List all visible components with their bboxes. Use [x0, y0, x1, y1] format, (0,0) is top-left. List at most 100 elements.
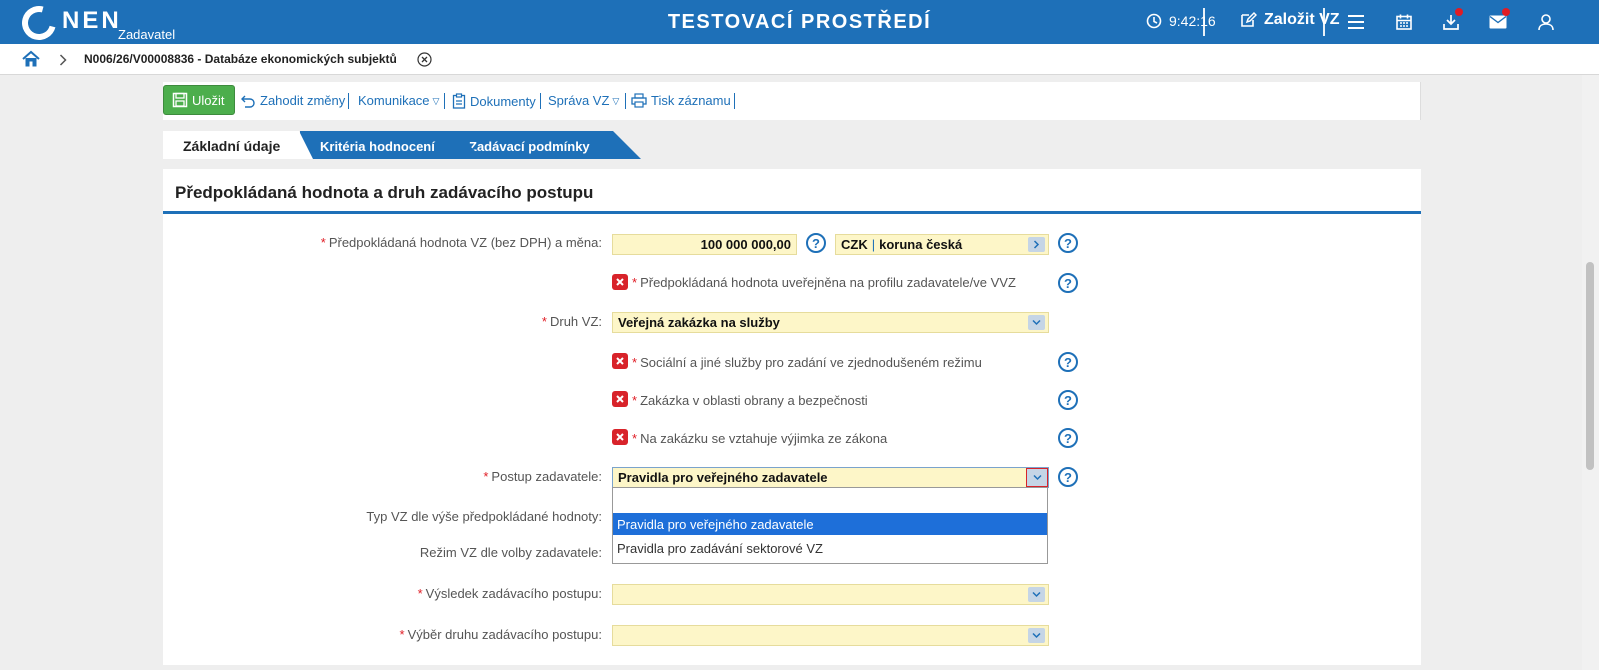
chevron-down-icon[interactable]: [1028, 628, 1045, 643]
calendar-icon[interactable]: [1393, 11, 1415, 33]
dropdown-option-sector[interactable]: Pravidla pro zadávání sektorové VZ: [613, 537, 1047, 559]
communication-menu[interactable]: Komunikace ▽: [358, 93, 439, 108]
communication-label: Komunikace: [358, 93, 430, 108]
typ-vz-label: Typ VZ dle výše předpokládané hodnoty:: [366, 509, 602, 524]
documents-label: Dokumenty: [470, 93, 536, 109]
header-divider: [1203, 8, 1205, 36]
section-divider: [163, 211, 1421, 214]
postup-select[interactable]: Pravidla pro veřejného zadavatele: [612, 467, 1049, 488]
help-icon[interactable]: ?: [806, 233, 826, 253]
defense-checkbox[interactable]: [612, 391, 628, 407]
vyber-label-text: Výběr druhu zadávacího postupu:: [407, 627, 602, 642]
user-icon[interactable]: [1535, 11, 1557, 33]
documents-button[interactable]: Dokumenty: [452, 93, 536, 109]
currency-code: CZK: [841, 237, 868, 252]
help-icon[interactable]: ?: [1058, 352, 1078, 372]
required-marker: *: [632, 355, 638, 370]
postup-label: * Postup zadavatele:: [483, 469, 602, 484]
help-icon[interactable]: ?: [1058, 467, 1078, 487]
mail-alert-dot: [1502, 8, 1510, 16]
download-alert-dot: [1455, 8, 1463, 16]
header-divider: [1323, 8, 1325, 36]
help-icon[interactable]: ?: [1058, 273, 1078, 293]
chevron-right-icon: [59, 53, 67, 71]
manage-vz-label: Správa VZ: [548, 93, 610, 108]
manage-vz-menu[interactable]: Správa VZ ▽: [548, 93, 619, 108]
discard-changes-label: Zahodit změny: [260, 93, 346, 108]
chevron-down-icon[interactable]: [1026, 468, 1048, 487]
toolbar-divider: [734, 93, 735, 109]
tab-basic-info[interactable]: Základní údaje: [163, 131, 313, 159]
required-marker: *: [399, 627, 405, 642]
exception-label: * Na zakázku se vztahuje výjimka ze zákon…: [632, 431, 887, 446]
published-checkbox[interactable]: [612, 274, 628, 290]
breadcrumb-current[interactable]: N006/26/V00008836 - Databáze ekonomickýc…: [84, 52, 397, 66]
section-title: Předpokládaná hodnota a druh zadávacího …: [175, 183, 594, 202]
druh-vz-label-text: Druh VZ:: [549, 314, 602, 329]
save-label: Uložit: [192, 92, 225, 108]
vyber-select[interactable]: [612, 625, 1049, 646]
action-toolbar: Uložit Zahodit změny Komunikace ▽ Dokume…: [163, 82, 1421, 120]
published-checkbox-label: * Předpokládaná hodnota uveřejněna na pro…: [632, 275, 1016, 290]
help-icon[interactable]: ?: [1058, 428, 1078, 448]
social-services-label: * Sociální a jiné služby pro zadání ve zj…: [632, 355, 982, 370]
print-record-button[interactable]: Tisk záznamu: [631, 93, 731, 108]
dropdown-option-empty[interactable]: [613, 488, 1047, 510]
social-services-checkbox[interactable]: [612, 353, 628, 369]
toolbar-divider: [444, 93, 445, 109]
required-marker: *: [632, 393, 638, 408]
currency-name: koruna česká: [879, 237, 963, 252]
logo-ring-icon: [15, 0, 63, 47]
defense-label: * Zakázka v oblasti obrany a bezpečnosti: [632, 393, 868, 408]
vysledek-label: * Výsledek zadávacího postupu:: [418, 586, 602, 601]
close-circle-icon[interactable]: [417, 52, 432, 72]
toolbar-divider: [348, 93, 349, 109]
chevron-down-icon[interactable]: [1028, 315, 1045, 330]
print-record-label: Tisk záznamu: [651, 93, 731, 108]
published-checkbox-text: Předpokládaná hodnota uveřejněna na prof…: [640, 275, 1016, 290]
chevron-down-icon[interactable]: [1028, 587, 1045, 602]
exception-checkbox[interactable]: [612, 429, 628, 445]
estimated-value-label-text: Předpokládaná hodnota VZ (bez DPH) a měn…: [328, 235, 602, 250]
druh-vz-value: Veřejná zakázka na služby: [618, 315, 780, 330]
edit-icon: [1241, 11, 1257, 27]
top-header: NEN Zadavatel TESTOVACÍ PROSTŘEDÍ 9:42:1…: [0, 0, 1599, 47]
new-vz-label: Založit VZ: [1264, 11, 1340, 28]
required-marker: *: [632, 275, 638, 290]
postup-dropdown-list: Pravidla pro veřejného zadavatele Pravid…: [612, 487, 1048, 564]
currency-separator: |: [871, 237, 876, 252]
required-marker: *: [417, 586, 423, 601]
caret-down-icon: ▽: [612, 95, 620, 106]
scrollbar-thumb[interactable]: [1586, 262, 1594, 470]
help-icon[interactable]: ?: [1058, 390, 1078, 410]
download-icon[interactable]: [1440, 8, 1463, 33]
rezim-vz-label: Režim VZ dle volby zadavatele:: [419, 545, 602, 560]
home-icon[interactable]: [22, 50, 40, 73]
help-icon[interactable]: ?: [1058, 233, 1078, 253]
clock-time: 9:42:16: [1169, 13, 1216, 29]
breadcrumb: N006/26/V00008836 - Databáze ekonomickýc…: [0, 44, 1599, 75]
discard-changes-button[interactable]: Zahodit změny: [240, 93, 345, 108]
nen-logo[interactable]: NEN Zadavatel: [15, 0, 175, 47]
chevron-right-icon[interactable]: [1028, 237, 1045, 252]
druh-vz-label: * Druh VZ:: [542, 314, 602, 329]
printer-icon: [631, 93, 647, 108]
dropdown-option-public[interactable]: Pravidla pro veřejného zadavatele: [613, 513, 1047, 535]
caret-down-icon: ▽: [432, 95, 440, 106]
required-marker: *: [320, 235, 326, 250]
defense-text: Zakázka v oblasti obrany a bezpečnosti: [640, 393, 868, 408]
save-icon: [172, 92, 188, 108]
clock-icon: [1146, 13, 1162, 29]
toolbar-divider: [625, 93, 626, 109]
estimated-value-input[interactable]: 100 000 000,00: [612, 234, 797, 255]
mail-icon[interactable]: [1487, 8, 1510, 33]
estimated-value-label: * Předpokládaná hodnota VZ (bez DPH) a mě…: [321, 235, 602, 250]
druh-vz-select[interactable]: Veřejná zakázka na služby: [612, 312, 1049, 333]
menu-icon[interactable]: [1345, 11, 1367, 33]
toolbar-divider: [540, 93, 541, 109]
tab-evaluation-criteria[interactable]: Kritéria hodnocení: [300, 131, 483, 159]
currency-select[interactable]: CZK | koruna česká: [835, 234, 1049, 255]
vysledek-select[interactable]: [612, 584, 1049, 605]
undo-icon: [241, 95, 255, 108]
save-button[interactable]: Uložit: [163, 85, 235, 115]
